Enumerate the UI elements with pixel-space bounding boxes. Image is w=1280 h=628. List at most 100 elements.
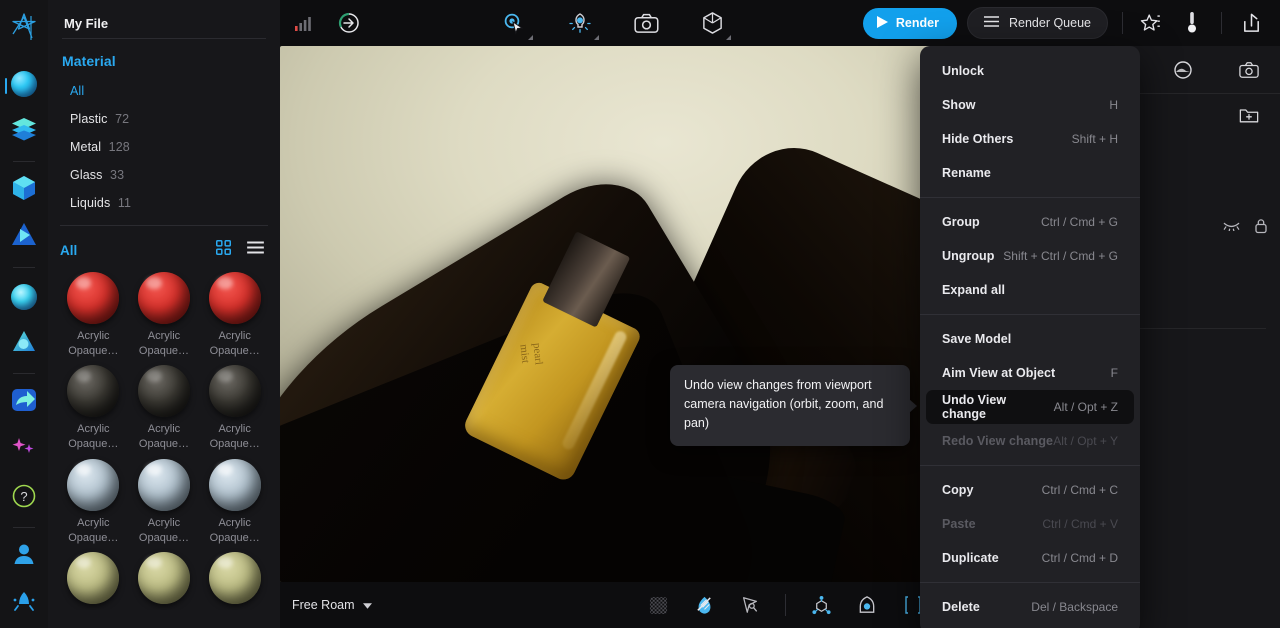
light-probe-icon[interactable] bbox=[852, 590, 882, 620]
render-queue-button[interactable]: Render Queue bbox=[966, 7, 1108, 39]
sidebar-item-ai-tools[interactable] bbox=[2, 427, 46, 475]
cube-icon bbox=[10, 174, 38, 207]
menu-item-label: Copy bbox=[942, 483, 974, 497]
menu-item-shortcut: H bbox=[1109, 98, 1118, 112]
material-swatch[interactable]: Acrylic Opaque… bbox=[199, 272, 270, 363]
star-logo-icon[interactable] bbox=[4, 8, 44, 48]
category-liquids[interactable]: Liquids 11 bbox=[48, 189, 280, 217]
toolbar-left-group bbox=[280, 8, 364, 38]
material-swatch[interactable]: Acrylic Opaque… bbox=[58, 365, 129, 456]
menu-item-shortcut: Ctrl / Cmd + D bbox=[1041, 551, 1118, 565]
render-viewport[interactable]: pearl mist bbox=[280, 46, 940, 582]
person-icon bbox=[11, 542, 37, 571]
material-swatch[interactable]: Acrylic Opaque… bbox=[129, 365, 200, 456]
material-swatch[interactable]: Acrylic Opaque… bbox=[199, 365, 270, 456]
sidebar-item-account[interactable] bbox=[2, 533, 46, 581]
material-swatch-label: Acrylic Opaque… bbox=[68, 516, 119, 544]
menu-separator bbox=[920, 314, 1140, 315]
new-folder-icon[interactable] bbox=[1234, 100, 1264, 130]
menu-item-shortcut: Shift + H bbox=[1071, 132, 1118, 146]
share-export-icon[interactable] bbox=[1236, 8, 1266, 38]
environment-sphere-icon[interactable] bbox=[1168, 55, 1198, 85]
view-toggles bbox=[216, 240, 264, 260]
menu-item-label: Undo View change bbox=[942, 393, 1007, 421]
grid-view-icon[interactable] bbox=[216, 240, 232, 260]
light-toggle-icon[interactable] bbox=[1177, 8, 1207, 38]
material-swatch[interactable]: Acrylic Opaque… bbox=[58, 458, 129, 550]
category-glass[interactable]: Glass 33 bbox=[48, 161, 280, 189]
menu-item-label: Ungroup bbox=[942, 249, 995, 263]
camera-icon[interactable] bbox=[631, 8, 661, 38]
sidebar-item-environment[interactable] bbox=[2, 273, 46, 321]
rail-divider-2 bbox=[13, 266, 35, 268]
viewport-bottom-bar: Free Roam bbox=[280, 582, 940, 628]
svg-text:?: ? bbox=[20, 489, 27, 504]
menu-separator bbox=[920, 197, 1140, 198]
menu-item-unlock[interactable]: Unlock bbox=[926, 54, 1134, 88]
sidebar-item-upgrade[interactable] bbox=[2, 580, 46, 628]
light-bulb-icon[interactable] bbox=[565, 8, 600, 40]
panel-heading: Material bbox=[62, 53, 116, 69]
material-sphere-icon bbox=[137, 272, 190, 324]
library-filter-label: All bbox=[60, 242, 78, 258]
selection-marquee-icon[interactable] bbox=[735, 590, 765, 620]
menu-item-show[interactable]: Show H bbox=[926, 88, 1134, 122]
camera-icon[interactable] bbox=[1234, 55, 1264, 85]
category-plastic[interactable]: Plastic 72 bbox=[48, 105, 280, 133]
file-title[interactable]: My File bbox=[64, 16, 108, 31]
select-cursor-icon[interactable] bbox=[499, 8, 534, 40]
menu-item-aim-view-at-object[interactable]: Aim View at Object F bbox=[926, 356, 1134, 390]
menu-item-rename[interactable]: Rename bbox=[926, 156, 1134, 190]
menu-item-hide-others[interactable]: Hide Others Shift + H bbox=[926, 122, 1134, 156]
menu-item-copy[interactable]: Copy Ctrl / Cmd + C bbox=[926, 473, 1134, 507]
checker-transparency-icon[interactable] bbox=[643, 590, 673, 620]
sparkles-icon bbox=[11, 436, 37, 465]
material-sphere-icon bbox=[208, 551, 261, 604]
material-swatch[interactable]: Acrylic Opaque… bbox=[199, 458, 270, 550]
sidebar-item-lighting[interactable] bbox=[2, 320, 46, 368]
star-sparkle-icon[interactable] bbox=[1137, 8, 1167, 38]
category-metal[interactable]: Metal 128 bbox=[48, 133, 280, 161]
menu-item-save-model[interactable]: Save Model bbox=[926, 322, 1134, 356]
sidebar-item-animation[interactable] bbox=[2, 214, 46, 262]
cube-primitive-icon[interactable] bbox=[697, 8, 732, 40]
menu-item-paste: Paste Ctrl / Cmd + V bbox=[926, 507, 1134, 541]
sidebar-item-help[interactable]: ? bbox=[2, 474, 46, 522]
signal-bars-icon[interactable] bbox=[290, 8, 320, 38]
material-swatch[interactable] bbox=[129, 551, 200, 608]
render-button[interactable]: Render bbox=[862, 7, 957, 39]
gizmo-axis-icon[interactable] bbox=[806, 590, 836, 620]
menu-item-ungroup[interactable]: Ungroup Shift + Ctrl / Cmd + G bbox=[926, 239, 1134, 273]
menu-item-expand-all[interactable]: Expand all bbox=[926, 273, 1134, 307]
material-swatch-grid: Acrylic Opaque… Acrylic Opaque… Acrylic Opa… bbox=[48, 270, 280, 610]
camera-mode-dropdown[interactable]: Free Roam bbox=[280, 598, 372, 612]
menu-item-delete[interactable]: Delete Del / Backspace bbox=[926, 590, 1134, 624]
material-swatch[interactable]: Acrylic Opaque… bbox=[58, 272, 129, 363]
menu-item-shortcut: Ctrl / Cmd + G bbox=[1040, 215, 1118, 229]
material-preview-icon[interactable] bbox=[689, 590, 719, 620]
sidebar-item-layers[interactable] bbox=[2, 108, 46, 156]
material-swatch[interactable]: Acrylic Opaque… bbox=[129, 272, 200, 363]
menu-item-group[interactable]: Group Ctrl / Cmd + G bbox=[926, 205, 1134, 239]
lock-icon[interactable] bbox=[1254, 218, 1268, 237]
sidebar-item-export[interactable] bbox=[2, 379, 46, 427]
menu-item-duplicate[interactable]: Duplicate Ctrl / Cmd + D bbox=[926, 541, 1134, 575]
material-sphere-icon bbox=[208, 272, 261, 324]
app-root: _comm… ttle_group up unhide to adjust me… bbox=[0, 0, 1280, 628]
sidebar-item-materials[interactable] bbox=[2, 60, 46, 108]
list-view-icon[interactable] bbox=[247, 241, 264, 259]
material-swatch[interactable]: Acrylic Opaque… bbox=[129, 458, 200, 550]
performance-gauge-icon[interactable] bbox=[334, 8, 364, 38]
menu-item-shortcut: Ctrl / Cmd + C bbox=[1041, 483, 1118, 497]
category-count: 128 bbox=[108, 140, 130, 154]
eye-closed-icon[interactable] bbox=[1223, 220, 1240, 234]
material-swatch-label: Acrylic Opaque… bbox=[138, 423, 190, 451]
menu-item-undo-view-change[interactable]: Undo View change Alt / Opt + Z bbox=[926, 390, 1134, 424]
material-swatch[interactable] bbox=[58, 551, 129, 608]
arrow-export-icon bbox=[10, 386, 38, 419]
material-swatch[interactable] bbox=[199, 551, 270, 608]
sidebar-item-objects[interactable] bbox=[2, 167, 46, 215]
menu-item-label: Save Model bbox=[942, 332, 1012, 346]
category-all[interactable]: All bbox=[48, 77, 280, 105]
tooltip-text: Undo view changes from viewport camera n… bbox=[684, 378, 884, 430]
